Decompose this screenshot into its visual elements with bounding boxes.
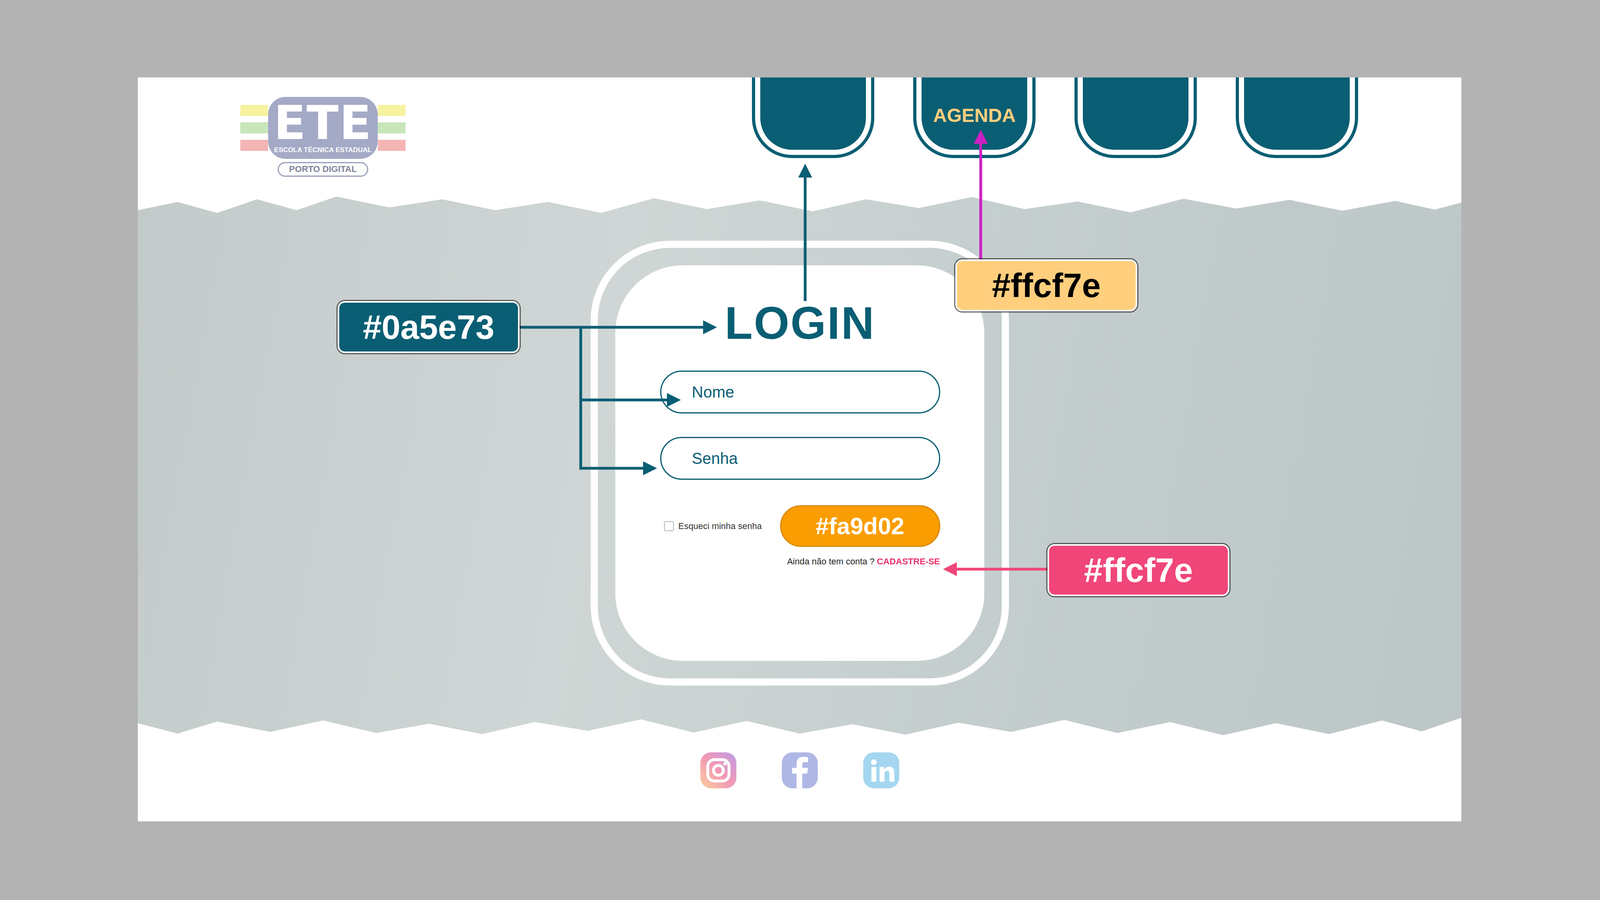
menu-tab[interactable]: AGENDA	[921, 77, 1028, 150]
logo-stripe	[377, 122, 406, 134]
name-field[interactable]	[660, 370, 941, 414]
logo-stripes-right	[377, 104, 406, 151]
color-annotation: #ffcf7e	[1047, 544, 1230, 597]
logo-stripe	[240, 104, 269, 116]
signup-link[interactable]: CADASTRE-SE	[877, 556, 941, 567]
logo-mark: ETEESCOLA TÉCNICA ESTADUAL	[240, 96, 406, 159]
logo-title: ETE	[273, 99, 373, 147]
linkedin-icon[interactable]	[860, 749, 902, 791]
logo-tagline: PORTO DIGITAL	[277, 162, 369, 177]
action-row: Esqueci minha senha #fa9d02	[660, 505, 941, 547]
logo-stripe	[240, 122, 269, 134]
login-title: LOGIN	[660, 300, 941, 346]
annotation-arrow	[519, 326, 715, 329]
logo-stripes-left	[240, 104, 269, 151]
login-frame: LOGIN Esqueci minha senha #fa9d02 Ainda não…	[590, 240, 1009, 686]
signup-line: Ainda não tem conta ?CADASTRE-SE	[660, 554, 941, 569]
color-annotation: #ffcf7e	[955, 259, 1138, 312]
annotation-label: #ffcf7e	[1084, 553, 1193, 588]
logo-stripe	[377, 104, 406, 116]
instagram-icon[interactable]	[697, 749, 739, 791]
annotation-arrow	[803, 166, 807, 302]
annotation-label: #ffcf7e	[991, 268, 1101, 303]
slide: ETEESCOLA TÉCNICA ESTADUAL PORTO DIGITAL A…	[137, 77, 1462, 822]
school-logo: ETEESCOLA TÉCNICA ESTADUAL PORTO DIGITAL	[239, 96, 406, 177]
forgot-checkbox[interactable]	[664, 521, 674, 532]
annotation-label: #0a5e73	[363, 310, 495, 344]
annotation-arrow	[580, 327, 655, 469]
color-annotation: #0a5e73	[337, 301, 520, 354]
forgot-label[interactable]: Esqueci minha senha	[678, 519, 762, 533]
forgot-password[interactable]: Esqueci minha senha	[664, 519, 762, 533]
logo-stripe	[377, 139, 406, 151]
social-links	[137, 749, 1462, 822]
submit-button[interactable]: #fa9d02	[780, 505, 941, 547]
main-menu: AGENDA	[760, 77, 1350, 150]
signup-prompt: Ainda não tem conta ?	[786, 556, 875, 567]
menu-tab[interactable]	[1082, 77, 1189, 150]
menu-tab-label[interactable]: AGENDA	[933, 105, 1016, 127]
annotation-arrow	[580, 398, 679, 402]
facebook-icon[interactable]	[779, 749, 821, 791]
login-card: LOGIN Esqueci minha senha #fa9d02 Ainda não…	[615, 265, 985, 661]
header: ETEESCOLA TÉCNICA ESTADUAL PORTO DIGITAL A…	[137, 77, 1462, 191]
logo-box: ETEESCOLA TÉCNICA ESTADUAL	[268, 96, 378, 159]
logo-subtitle: ESCOLA TÉCNICA ESTADUAL	[274, 146, 372, 155]
menu-tab[interactable]	[1244, 77, 1350, 150]
annotation-arrow	[945, 568, 1048, 571]
logo-stripe	[240, 139, 269, 151]
menu-tab[interactable]	[760, 77, 866, 150]
password-field[interactable]	[660, 436, 941, 480]
annotation-arrow	[979, 132, 983, 260]
page: ETEESCOLA TÉCNICA ESTADUAL PORTO DIGITAL A…	[0, 0, 1600, 822]
